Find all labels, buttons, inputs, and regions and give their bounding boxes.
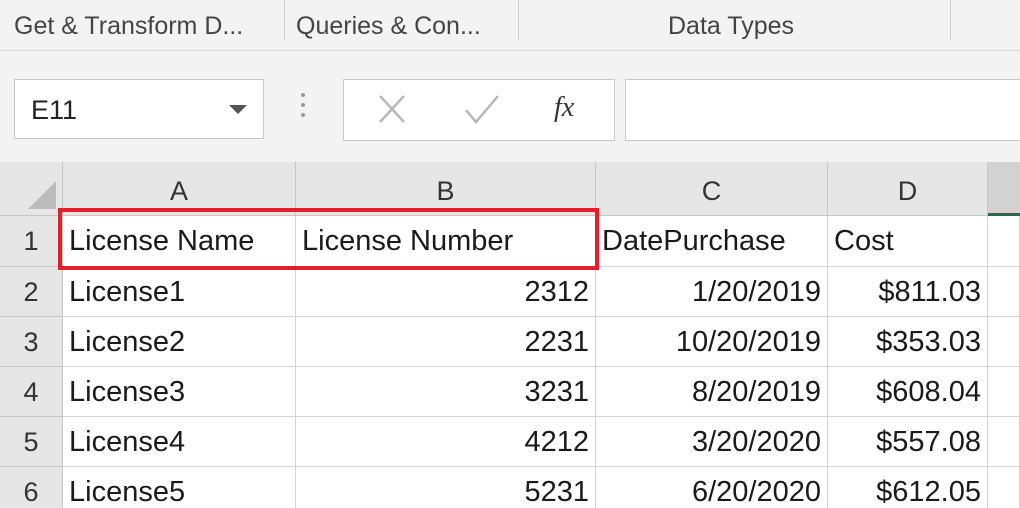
cell-a6[interactable]: License5 xyxy=(63,467,296,508)
ribbon-group-data-types[interactable]: Data Types xyxy=(668,12,794,41)
cell-b2[interactable]: 2312 xyxy=(296,267,596,317)
name-box-value[interactable]: E11 xyxy=(31,95,77,126)
row-header[interactable]: 3 xyxy=(0,317,63,367)
cell-a3[interactable]: License2 xyxy=(63,317,296,367)
cell-d3[interactable]: $353.03 xyxy=(828,317,988,367)
excel-window: Get & Transform D... Queries & Con... Da… xyxy=(0,0,1020,508)
cell-e1[interactable] xyxy=(988,216,1020,267)
cell-d1[interactable]: Cost xyxy=(828,216,988,267)
column-header-d[interactable]: D xyxy=(828,162,988,216)
cell-e5[interactable] xyxy=(988,417,1020,467)
row-header[interactable]: 6 xyxy=(0,467,63,508)
column-header-e[interactable] xyxy=(988,162,1020,216)
ribbon-group-labels: Get & Transform D... Queries & Con... Da… xyxy=(0,0,1020,51)
cell-a5[interactable]: License4 xyxy=(63,417,296,467)
column-header-b[interactable]: B xyxy=(296,162,596,216)
cell-d4[interactable]: $608.04 xyxy=(828,367,988,417)
cell-c2[interactable]: 1/20/2019 xyxy=(596,267,828,317)
name-box[interactable]: E11 xyxy=(14,79,264,139)
insert-function-button[interactable]: fx xyxy=(554,92,574,124)
cell-d5[interactable]: $557.08 xyxy=(828,417,988,467)
formula-input[interactable] xyxy=(625,79,1020,141)
row-header[interactable]: 4 xyxy=(0,367,63,417)
ribbon-separator xyxy=(284,0,285,40)
select-all-triangle xyxy=(28,181,56,209)
cell-b3[interactable]: 2231 xyxy=(296,317,596,367)
cancel-button[interactable] xyxy=(370,90,414,130)
cell-c1[interactable]: DatePurchase xyxy=(596,216,828,267)
cell-c4[interactable]: 8/20/2019 xyxy=(596,367,828,417)
formula-bar-area: E11 fx xyxy=(0,51,1020,162)
ribbon-group-get-transform[interactable]: Get & Transform D... xyxy=(14,12,243,41)
cell-d2[interactable]: $811.03 xyxy=(828,267,988,317)
cell-a2[interactable]: License1 xyxy=(63,267,296,317)
chevron-down-icon[interactable] xyxy=(229,105,247,114)
ribbon-group-queries-connections[interactable]: Queries & Con... xyxy=(296,12,481,41)
cell-b4[interactable]: 3231 xyxy=(296,367,596,417)
row-header[interactable]: 5 xyxy=(0,417,63,467)
cell-e6[interactable] xyxy=(988,467,1020,508)
close-icon xyxy=(379,95,405,123)
cell-e2[interactable] xyxy=(988,267,1020,317)
cell-e3[interactable] xyxy=(988,317,1020,367)
column-header-c[interactable]: C xyxy=(596,162,828,216)
formula-bar-resize-handle[interactable] xyxy=(300,93,306,123)
cell-b5[interactable]: 4212 xyxy=(296,417,596,467)
cell-c5[interactable]: 3/20/2020 xyxy=(596,417,828,467)
row-header[interactable]: 1 xyxy=(0,216,63,267)
ribbon-separator xyxy=(518,0,519,40)
row-header[interactable]: 2 xyxy=(0,267,63,317)
select-all-button[interactable] xyxy=(0,162,63,216)
cell-a1[interactable]: License Name xyxy=(63,216,296,267)
cell-c3[interactable]: 10/20/2019 xyxy=(596,317,828,367)
cell-b6[interactable]: 5231 xyxy=(296,467,596,508)
formula-bar-buttons: fx xyxy=(343,79,615,141)
worksheet-grid: A B C D 1 License Name License Number Da… xyxy=(0,162,1020,508)
cell-e4[interactable] xyxy=(988,367,1020,417)
check-icon xyxy=(465,95,499,124)
cell-b1[interactable]: License Number xyxy=(296,216,596,267)
ribbon-separator xyxy=(950,0,951,40)
cell-a4[interactable]: License3 xyxy=(63,367,296,417)
column-header-a[interactable]: A xyxy=(63,162,296,216)
enter-button[interactable] xyxy=(460,90,504,130)
cell-d6[interactable]: $612.05 xyxy=(828,467,988,508)
cell-c6[interactable]: 6/20/2020 xyxy=(596,467,828,508)
